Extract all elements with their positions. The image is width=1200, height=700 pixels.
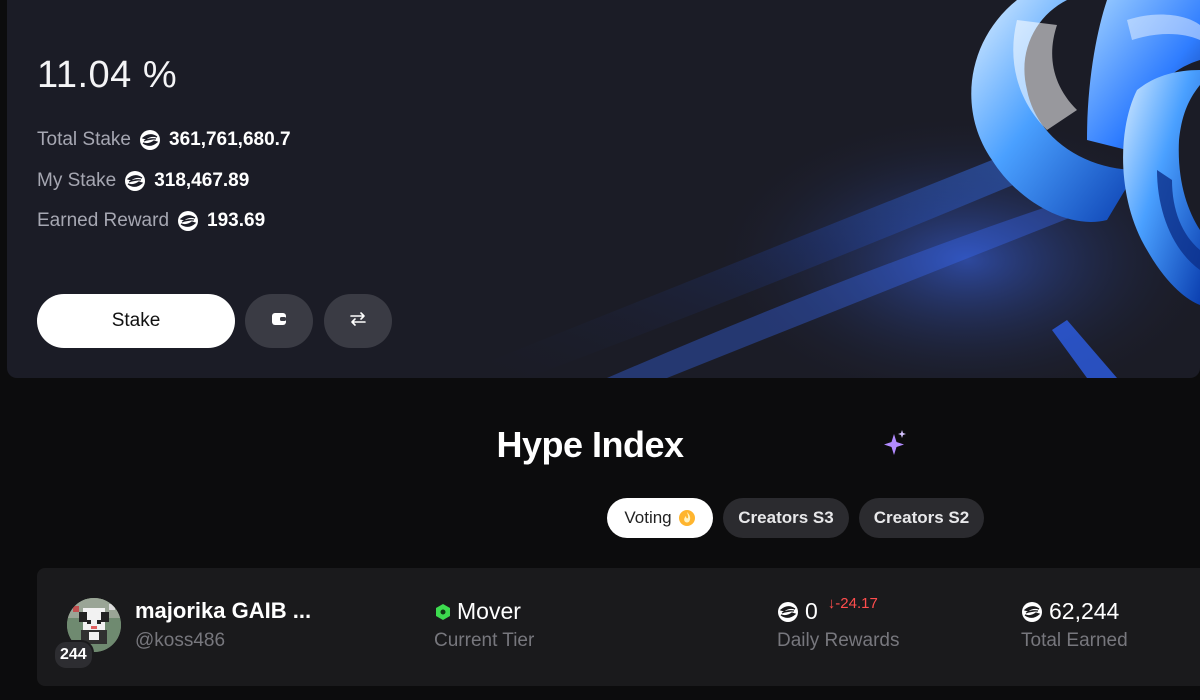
my-stake-label: My Stake [37, 170, 117, 191]
spiral-token-icon [139, 129, 161, 151]
tab-voting[interactable]: Voting [607, 498, 713, 538]
earned-reward-label: Earned Reward [37, 210, 170, 231]
tier-label: Current Tier [434, 630, 535, 651]
spiral-token-icon [1021, 601, 1043, 623]
my-stake-row: My Stake 318,467.89 [37, 168, 249, 194]
daily-change-value: -24.17 [835, 595, 878, 612]
tab-creators-s3[interactable]: Creators S3 [723, 498, 849, 538]
tab-voting-label: Voting [624, 508, 672, 527]
wallet-button[interactable] [245, 294, 313, 348]
stake-button[interactable]: Stake [37, 294, 235, 348]
staking-card: 11.04 % Total Stake 361,761,680.7 My Sta… [7, 0, 1200, 378]
spiral-token-icon [777, 601, 799, 623]
daily-rewards-number: 0 [805, 598, 818, 624]
swap-button[interactable] [324, 294, 392, 348]
leaderboard-row[interactable]: 244 majorika GAIB ... @koss486 Mover Cur… [37, 568, 1200, 686]
tab-creators-s2[interactable]: Creators S2 [859, 498, 984, 538]
mover-tier-icon [435, 603, 451, 621]
spiral-token-icon [124, 170, 146, 192]
tier-value: Mover [435, 598, 521, 625]
daily-rewards-value: 0 ↓-24.17 [777, 595, 878, 625]
tab-creators-s3-label: Creators S3 [738, 508, 834, 527]
earned-reward-row: Earned Reward 193.69 [37, 208, 265, 234]
my-stake-value: 318,467.89 [154, 170, 250, 191]
daily-rewards-label: Daily Rewards [777, 630, 900, 651]
creator-handle: @koss486 [135, 630, 226, 651]
tab-creators-s2-label: Creators S2 [873, 508, 970, 527]
total-earned-value: 62,244 [1021, 598, 1119, 625]
earned-reward-value: 193.69 [207, 210, 266, 231]
swap-arrows-icon [349, 311, 367, 332]
total-stake-row: Total Stake 361,761,680.7 [37, 127, 291, 153]
spiral-token-icon [177, 210, 199, 232]
fire-emoji-icon [678, 509, 696, 527]
hype-index-title: Hype Index [0, 424, 1200, 466]
rank-badge: 244 [53, 640, 94, 670]
sparkle-icon [882, 428, 908, 463]
total-earned-label: Total Earned [1021, 630, 1128, 651]
hype-index-title-text: Hype Index [496, 424, 684, 465]
wallet-icon [271, 312, 287, 331]
tier-name: Mover [457, 598, 521, 624]
creator-name[interactable]: majorika GAIB ... [135, 598, 311, 624]
daily-change: ↓-24.17 [828, 595, 878, 612]
total-stake-label: Total Stake [37, 129, 131, 150]
total-earned-number: 62,244 [1049, 598, 1120, 624]
total-stake-value: 361,761,680.7 [169, 129, 291, 150]
apy-value: 11.04 % [37, 54, 178, 96]
